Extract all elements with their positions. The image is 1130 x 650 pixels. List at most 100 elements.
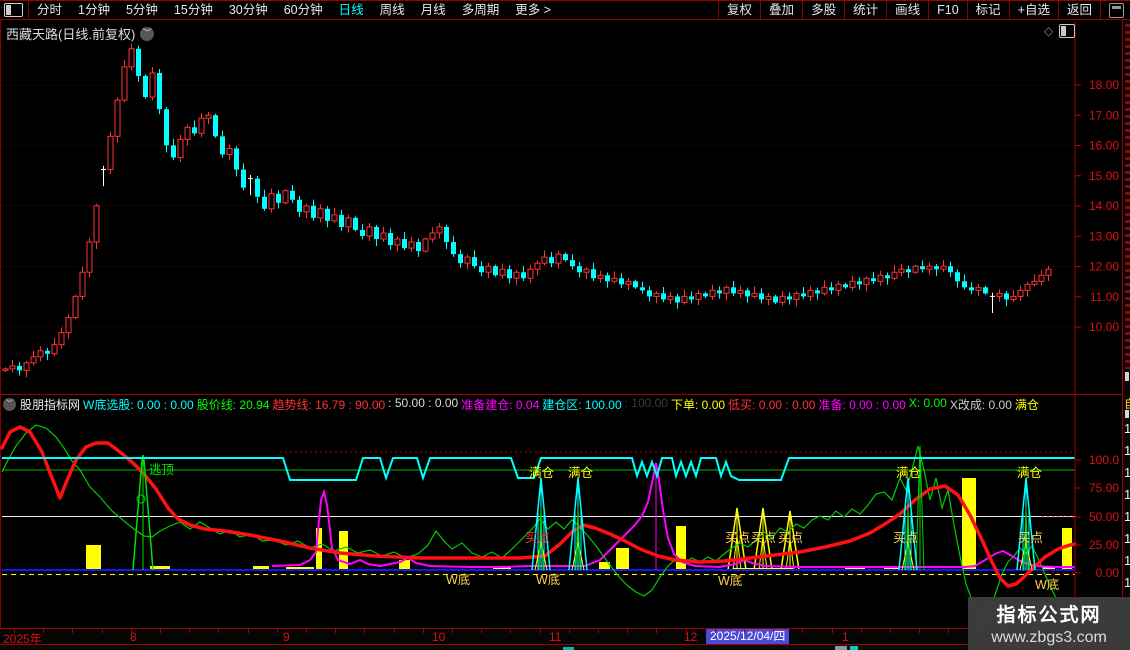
date-label: 1: [842, 630, 849, 644]
clipped-digit: 1: [1124, 440, 1130, 462]
date-tick: [861, 629, 862, 633]
indicator-value: 准备建仓: 0.04: [461, 396, 539, 412]
date-label: 9: [283, 630, 290, 644]
signal-label: 买点: [725, 531, 750, 545]
signal-label: 买点: [778, 531, 803, 545]
toolbar-button-标记[interactable]: 标记: [967, 1, 1010, 19]
status-mark: [850, 646, 858, 650]
toolbar-button-多股[interactable]: 多股: [802, 1, 845, 19]
date-tick: [160, 629, 161, 633]
date-label: 12: [684, 630, 697, 644]
date-tick: [890, 629, 891, 633]
period-tab-更多 >[interactable]: 更多 >: [507, 1, 559, 19]
period-tab-30分钟[interactable]: 30分钟: [221, 1, 276, 19]
signal-label: 逃顶: [149, 463, 175, 477]
period-tab-1分钟[interactable]: 1分钟: [70, 1, 118, 19]
indicator-value: X改成: 0.00: [950, 396, 1012, 412]
toolbar-button-+自选[interactable]: +自选: [1009, 1, 1059, 19]
indicator-value: 股价线: 20.94: [197, 396, 270, 412]
date-tick: [394, 629, 395, 633]
app-window: 分时1分钟5分钟15分钟30分钟60分钟日线周线月线多周期更多 > 复权叠加多股…: [0, 0, 1130, 650]
svg-text:0.00: 0.00: [1096, 566, 1120, 580]
date-tick: [189, 629, 190, 633]
signal-label: W底: [1035, 577, 1059, 592]
period-tab-月线[interactable]: 月线: [413, 1, 454, 19]
watermark-title: 指标公式网: [996, 600, 1101, 627]
candles-layer: [3, 44, 1051, 378]
indicator-value: : 100.00: [625, 396, 668, 412]
indicator-chart[interactable]: 100.075.0050.0025.000.00逃顶满仓满仓满仓满仓买点买点买点…: [0, 394, 1122, 628]
toolbar-button-画线[interactable]: 画线: [886, 1, 929, 19]
clipped-digit: 1: [1124, 550, 1130, 572]
date-tick: [218, 629, 219, 633]
chevron-down-icon[interactable]: ﹀: [140, 27, 154, 41]
date-tick: [335, 629, 336, 633]
date-tick: [627, 629, 628, 633]
toolbar-button-F10[interactable]: F10: [928, 1, 968, 19]
date-label: 11: [549, 630, 561, 644]
toolbar-right-buttons: 复权叠加多股统计画线F10标记+自选返回: [719, 1, 1101, 19]
clipped-vertical-text: [1125, 24, 1130, 369]
toolbar-button-返回[interactable]: 返回: [1058, 1, 1101, 19]
indicator-header: ﹀ 股朋指标网W底选股: 0.00 : 0.00股价线: 20.94趋势线: 1…: [0, 396, 1120, 412]
signal-label: 满仓: [529, 466, 555, 480]
prepare-curve: [272, 463, 1075, 567]
indicator-values: 股朋指标网W底选股: 0.00 : 0.00股价线: 20.94趋势线: 16.…: [20, 396, 1042, 412]
toolbar-button-复权[interactable]: 复权: [718, 1, 761, 19]
signal-label: 买点: [751, 531, 776, 545]
main-chart-panel[interactable]: 18.0017.0016.0015.0014.0013.0012.0011.00…: [0, 20, 1122, 394]
period-tab-5分钟[interactable]: 5分钟: [118, 1, 166, 19]
panel-toggle-icon[interactable]: [4, 3, 23, 17]
date-tick: [744, 629, 745, 633]
date-tick: [452, 629, 453, 633]
signal-label: 买点: [893, 531, 918, 545]
clipped-price-digits: 111111111: [1124, 418, 1130, 597]
indicator-value: 满仓: [1015, 396, 1039, 412]
indicator-value: 下单: 0.00: [671, 396, 725, 412]
date-tick: [569, 629, 570, 633]
signal-label: W底: [718, 573, 742, 588]
window-layout-icon[interactable]: [1109, 3, 1124, 18]
chart-title-row: 西藏天路(日线.前复权) ﹀: [6, 24, 154, 43]
clipped-digit: 1: [1124, 462, 1130, 484]
clipped-digit: 1: [1124, 528, 1130, 550]
period-tab-分时[interactable]: 分时: [29, 1, 70, 19]
period-tab-周线[interactable]: 周线: [372, 1, 413, 19]
diamond-icon[interactable]: ◇: [1044, 24, 1053, 38]
right-edge-strip[interactable]: 自 111111111: [1122, 20, 1130, 597]
chevron-down-icon[interactable]: ﹀: [3, 398, 16, 411]
svg-text:25.00: 25.00: [1089, 538, 1119, 552]
svg-text:13.00: 13.00: [1089, 229, 1119, 243]
signal-label: 满仓: [568, 466, 594, 480]
indicator-value: : 50.00 : 0.00: [388, 396, 458, 412]
date-tick: [423, 629, 424, 633]
svg-text:100.0: 100.0: [1089, 453, 1119, 467]
candlestick-chart[interactable]: 18.0017.0016.0015.0014.0013.0012.0011.00…: [0, 20, 1122, 394]
signal-label: 满仓: [896, 466, 922, 480]
period-tabs: 分时1分钟5分钟15分钟30分钟60分钟日线周线月线多周期更多 >: [29, 1, 559, 19]
watermark: 指标公式网 www.zbgs3.com: [968, 597, 1130, 650]
indicator-value: 低买: 0.00 : 0.00: [728, 396, 815, 412]
svg-text:14.00: 14.00: [1089, 199, 1119, 213]
period-tab-15分钟[interactable]: 15分钟: [166, 1, 221, 19]
date-tick: [481, 629, 482, 633]
period-tab-60分钟[interactable]: 60分钟: [276, 1, 331, 19]
indicator-value: 准备: 0.00 : 0.00: [818, 396, 905, 412]
toolbar-button-统计[interactable]: 统计: [844, 1, 887, 19]
date-axis[interactable]: 2025/12/04/四 2025年891011121: [0, 628, 1122, 645]
date-tick: [948, 629, 949, 633]
period-tab-多周期[interactable]: 多周期: [454, 1, 508, 19]
status-strip: [0, 645, 1130, 650]
date-tick: [832, 629, 833, 633]
indicator-axis-labels: 100.075.0050.0025.000.00: [1042, 453, 1119, 580]
date-tick: [715, 629, 716, 633]
clipped-digit: 1: [1124, 418, 1130, 440]
indicator-value: 股朋指标网: [20, 396, 80, 412]
date-tick: [802, 629, 803, 633]
signal-label: 满仓: [1017, 466, 1043, 480]
top-toolbar: 分时1分钟5分钟15分钟30分钟60分钟日线周线月线多周期更多 > 复权叠加多股…: [0, 0, 1130, 20]
signal-label: 买点: [1018, 531, 1043, 545]
split-pane-icon[interactable]: [1059, 24, 1075, 38]
period-tab-日线[interactable]: 日线: [331, 1, 372, 19]
toolbar-button-叠加[interactable]: 叠加: [760, 1, 803, 19]
